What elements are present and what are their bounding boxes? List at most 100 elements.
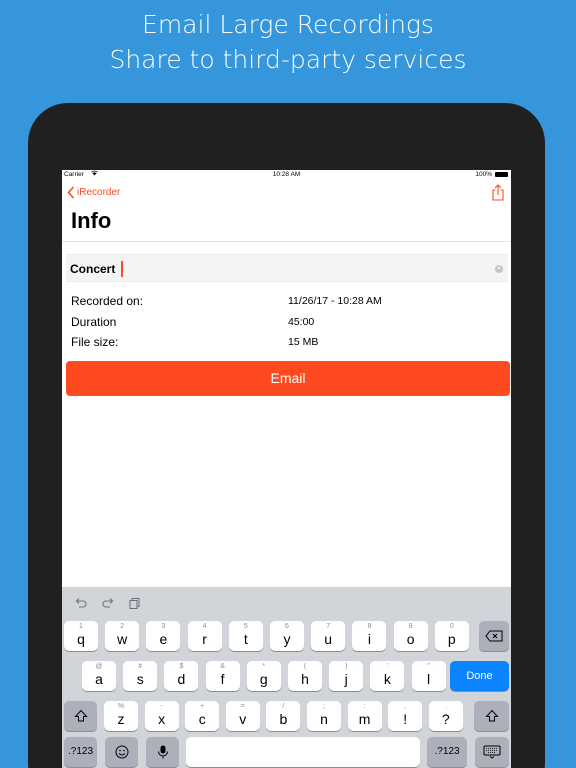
numbers-key-left[interactable]: .?123 — [64, 737, 97, 767]
key-q[interactable]: 1q — [64, 621, 98, 651]
shift-key-left[interactable] — [64, 701, 97, 731]
key-l[interactable]: " l — [411, 661, 446, 691]
key-primary-label: p — [447, 631, 456, 647]
key-secondary-label: 1 — [79, 623, 83, 630]
page-title: Info — [71, 208, 112, 233]
key-secondary-label: ) — [345, 663, 348, 670]
key-primary-label: ! — [403, 711, 408, 727]
key-primary-label: e — [159, 631, 168, 647]
key-primary-label: x — [158, 711, 166, 727]
key-p[interactable]: 0p — [434, 621, 469, 651]
space-bar[interactable] — [186, 737, 420, 767]
key-primary-label: k — [383, 671, 391, 687]
key-secondary-label: + — [200, 703, 205, 710]
key-question[interactable]: .? — [428, 701, 463, 731]
key-secondary-label: 8 — [367, 623, 372, 630]
clear-text-icon[interactable]: ✕ — [495, 265, 503, 273]
key-secondary-label: 0 — [449, 623, 454, 630]
key-primary-label: r — [202, 631, 207, 647]
key-u[interactable]: 7u — [311, 621, 346, 651]
key-primary-label: q — [77, 631, 85, 647]
key-primary-label: d — [177, 671, 186, 687]
detail-label: Duration — [71, 315, 117, 329]
banner-line-2: Share to third-party services — [109, 45, 467, 74]
hide-keyboard-key[interactable] — [475, 737, 509, 767]
key-exclamation[interactable]: ,! — [388, 701, 423, 731]
key-w[interactable]: 2w — [105, 621, 140, 651]
detail-label: Recorded on: — [71, 294, 144, 308]
key-secondary-label: 6 — [285, 623, 289, 630]
backspace-key[interactable] — [479, 621, 509, 651]
detail-row-recorded-on: Recorded on: 11/26/17 - 10:28 AM — [71, 294, 511, 310]
key-primary-label: u — [324, 631, 333, 647]
key-primary-label: b — [279, 711, 288, 727]
redo-icon[interactable] — [101, 596, 115, 610]
recording-name-input[interactable] — [70, 260, 480, 278]
key-r[interactable]: 4r — [187, 621, 222, 651]
key-t[interactable]: 5t — [228, 621, 263, 651]
key-secondary-label: & — [220, 663, 225, 670]
key-primary-label: ? — [441, 711, 450, 727]
done-key[interactable]: Done — [450, 661, 509, 691]
key-primary-label: f — [220, 671, 225, 687]
key-n[interactable]: ; n — [307, 701, 341, 731]
key-e[interactable]: 3e — [146, 621, 181, 651]
recording-name-field[interactable]: ✕ — [66, 254, 508, 282]
key-secondary-label: / — [282, 703, 285, 710]
email-button[interactable]: Email — [66, 361, 510, 396]
key-primary-label: v — [239, 711, 247, 727]
title-divider — [62, 241, 511, 242]
key-d[interactable]: $ d — [164, 661, 199, 691]
undo-icon[interactable] — [74, 596, 88, 610]
key-g[interactable]: * g — [246, 661, 281, 691]
key-primary-label: m — [358, 711, 371, 727]
key-a[interactable]: @ a — [82, 661, 116, 691]
key-v[interactable]: = v — [225, 701, 260, 731]
share-icon[interactable] — [491, 184, 505, 201]
key-y[interactable]: 6y — [270, 621, 304, 651]
key-secondary-label: % — [117, 703, 125, 710]
key-secondary-label: 5 — [243, 623, 248, 630]
key-primary-label: l — [427, 671, 431, 687]
key-secondary-label: # — [138, 663, 143, 670]
key-secondary-label: * — [262, 663, 266, 670]
backspace-icon — [485, 630, 503, 642]
shift-key-right[interactable] — [474, 701, 509, 731]
key-primary-label: i — [367, 631, 371, 647]
device-screen: Carrier 10:28 AM 100% iRecorder Info ✕ R… — [62, 170, 511, 768]
key-o[interactable]: 9o — [393, 621, 428, 651]
detail-value: 15 MB — [288, 336, 319, 348]
key-h[interactable]: (h — [288, 661, 322, 691]
detail-value: 11/26/17 - 10:28 AM — [288, 295, 382, 307]
chevron-left-icon — [67, 186, 75, 199]
key-b[interactable]: / b — [266, 701, 301, 731]
keyboard-shortcut-bar — [62, 587, 511, 619]
shift-icon — [73, 709, 88, 722]
key-secondary-label: 3 — [161, 623, 166, 630]
numbers-key-right[interactable]: .?123 — [427, 737, 467, 767]
key-secondary-label: , — [404, 703, 407, 710]
key-j[interactable]: ) j — [329, 661, 364, 691]
banner-line-1: Email Large Recordings — [142, 10, 434, 39]
detail-label: File size: — [71, 335, 119, 349]
key-k[interactable]: ' k — [370, 661, 405, 691]
key-secondary-label: ( — [303, 663, 307, 670]
battery-percent: 100% — [475, 171, 492, 178]
clipboard-icon[interactable] — [128, 596, 142, 610]
key-c[interactable]: + c — [185, 701, 220, 731]
key-m[interactable]: :m — [347, 701, 382, 731]
key-secondary-label: = — [240, 703, 245, 710]
key-z[interactable]: % z — [104, 701, 138, 731]
key-primary-label: a — [95, 671, 103, 687]
shift-icon — [484, 709, 499, 722]
emoji-key[interactable] — [105, 737, 138, 767]
back-button[interactable]: iRecorder — [67, 186, 120, 199]
key-x[interactable]: -x — [144, 701, 179, 731]
key-secondary-label: : — [363, 703, 366, 710]
status-bar: Carrier 10:28 AM 100% — [62, 170, 511, 180]
key-f[interactable]: & f — [205, 661, 240, 691]
key-s[interactable]: # s — [123, 661, 158, 691]
key-i[interactable]: 8i — [352, 621, 387, 651]
key-secondary-label: - — [160, 703, 163, 710]
dictation-key[interactable] — [146, 737, 179, 767]
